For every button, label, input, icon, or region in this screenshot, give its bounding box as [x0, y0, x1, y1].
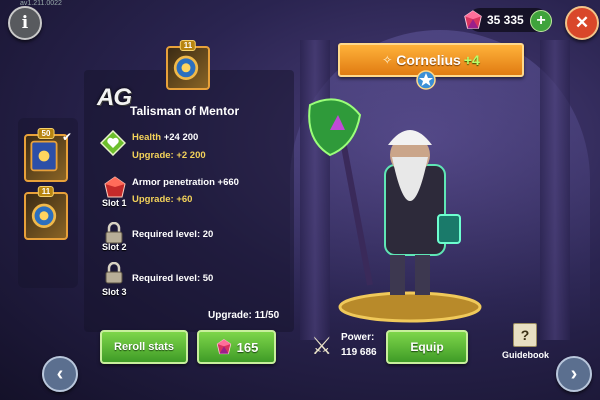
- guidebook-label[interactable]: Guidebook: [502, 350, 549, 360]
- health-label: Health: [132, 132, 162, 143]
- upgrade-progress: Upgrade: 11/50: [208, 310, 280, 321]
- talisman-level: 11: [179, 40, 197, 51]
- info-button[interactable]: i: [8, 6, 42, 40]
- background-pillar: [540, 40, 570, 340]
- armor-upgrade: Upgrade: +60: [132, 194, 193, 205]
- slot-3-requirement: Required level: 50: [132, 273, 214, 284]
- swords-icon: ⚔: [311, 333, 333, 360]
- gem-count: 35 335: [487, 13, 524, 27]
- next-button[interactable]: ›: [556, 356, 592, 392]
- cost-value: 165: [236, 339, 259, 355]
- plus-icon: +: [536, 12, 546, 29]
- chevron-right-icon: ›: [570, 362, 578, 385]
- talisman-name: Talisman of Mentor: [130, 104, 240, 118]
- talisman-artifact-icon: [31, 203, 57, 228]
- hero-cornelius-figure: [308, 98, 482, 323]
- reroll-stats-button[interactable]: Reroll stats: [100, 330, 188, 364]
- lock-icon: [105, 222, 123, 244]
- armor-label: Armor penetration: [132, 177, 215, 188]
- upgrade-cost-button[interactable]: 165: [197, 330, 276, 364]
- heart-icon: [100, 130, 126, 156]
- equip-button[interactable]: Equip: [386, 330, 468, 364]
- reroll-label: Reroll stats: [114, 341, 174, 353]
- add-gems-button[interactable]: +: [530, 10, 552, 32]
- talisman-icon: [173, 55, 199, 80]
- info-icon: i: [21, 13, 29, 33]
- power-label: Power:: [341, 332, 375, 343]
- power-value: 119 686: [341, 347, 377, 358]
- armor-value: +660: [217, 177, 239, 188]
- health-value: +24 200: [163, 132, 199, 143]
- artifact-slot-weapon[interactable]: 50 ✔: [24, 128, 72, 182]
- hero-rank: +4: [463, 52, 480, 68]
- book-artifact-icon: [30, 140, 58, 172]
- equip-label: Equip: [410, 340, 444, 354]
- gem-icon: [216, 339, 231, 355]
- artifact-level: 11: [37, 186, 55, 197]
- slot-1-label: Slot 1: [102, 198, 127, 208]
- close-icon: ✕: [574, 13, 590, 32]
- artifact-slot-talisman[interactable]: 11: [24, 186, 68, 240]
- close-button[interactable]: ✕: [565, 6, 599, 40]
- previous-button[interactable]: ‹: [42, 356, 78, 392]
- check-icon: ✔: [61, 130, 72, 144]
- wings-icon: ✧: [382, 53, 393, 67]
- gem-icon: [464, 10, 482, 29]
- slot-2-requirement: Required level: 20: [132, 229, 214, 240]
- chevron-left-icon: ‹: [56, 362, 64, 385]
- slot-2-label: Slot 2: [102, 242, 127, 252]
- guidebook-icon[interactable]: ?: [513, 323, 537, 347]
- hero-name: Cornelius: [396, 52, 461, 68]
- health-stat: Health +24 200: [132, 132, 198, 143]
- artifact-level: 50: [37, 128, 55, 139]
- health-upgrade: Upgrade: +2 200: [132, 150, 206, 161]
- armor-stat: Armor penetration +660: [132, 177, 239, 188]
- talisman-item[interactable]: 11: [166, 40, 210, 90]
- ag-watermark-logo: AG: [97, 84, 132, 111]
- slot-3-label: Slot 3: [102, 287, 127, 297]
- lock-icon: [105, 262, 123, 284]
